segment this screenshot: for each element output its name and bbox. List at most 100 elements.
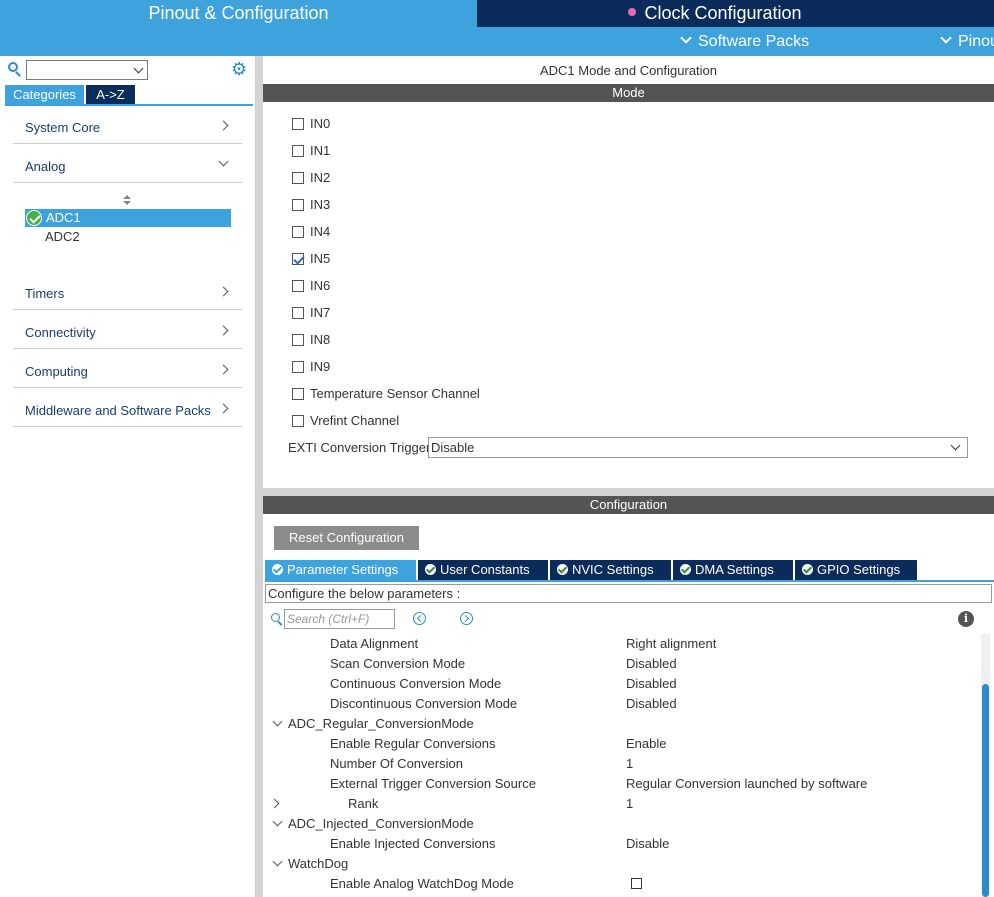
channel-label: IN0 — [310, 116, 331, 131]
category-timers[interactable]: Timers — [13, 272, 242, 310]
param-row[interactable]: Continuous Conversion Mode Disabled — [263, 674, 983, 694]
param-value[interactable]: Disabled — [626, 656, 677, 671]
panel-splitter[interactable] — [256, 56, 263, 897]
channel-checkbox[interactable] — [292, 415, 304, 427]
param-group-row[interactable]: WatchDog — [263, 854, 983, 874]
channel-checkbox[interactable] — [292, 361, 304, 373]
gear-icon[interactable]: ⚙ — [231, 60, 249, 78]
param-value[interactable]: 1 — [626, 756, 633, 771]
tab-dma-settings[interactable]: DMA Settings — [673, 560, 793, 580]
parameter-search-input[interactable]: Search (Ctrl+F) — [284, 609, 395, 629]
category-analog[interactable]: Analog — [13, 145, 242, 183]
channel-label: IN3 — [310, 197, 331, 212]
category-label: Computing — [25, 364, 88, 379]
param-name: Number Of Conversion — [330, 756, 463, 771]
exti-trigger-select[interactable]: Disable — [428, 437, 968, 458]
pinout-menu[interactable]: Pinout — [940, 32, 994, 51]
software-packs-menu[interactable]: Software Packs — [680, 32, 809, 51]
configure-hint: Configure the below parameters : — [265, 584, 992, 603]
configuration-header: Configuration — [263, 496, 994, 514]
category-connectivity[interactable]: Connectivity — [13, 311, 242, 349]
param-name: Enable Injected Conversions — [330, 836, 496, 851]
category-label: System Core — [25, 120, 101, 135]
param-checkbox[interactable] — [631, 878, 642, 889]
category-search: ⚙ — [8, 60, 253, 82]
param-name: Rank — [348, 796, 379, 811]
param-group-row[interactable]: ADC_Injected_ConversionMode — [263, 814, 983, 834]
param-row[interactable]: Number Of Conversion 1 — [263, 754, 983, 774]
param-value[interactable]: Enable — [626, 736, 666, 751]
param-row[interactable]: External Trigger Conversion Source Regula… — [263, 774, 983, 794]
analog-item-adc2[interactable]: ADC2 — [45, 229, 80, 244]
tab-parameter-settings[interactable]: Parameter Settings — [265, 560, 416, 580]
chevron-right-icon — [218, 286, 229, 297]
tab-overflow[interactable] — [953, 0, 994, 27]
channel-checkbox[interactable] — [292, 388, 304, 400]
param-value[interactable]: Disabled — [626, 676, 677, 691]
channel-checkbox[interactable] — [292, 118, 304, 130]
channel-checkbox[interactable] — [292, 334, 304, 346]
channel-checkbox[interactable] — [292, 172, 304, 184]
category-system-core[interactable]: System Core — [13, 106, 242, 144]
param-value[interactable]: Disable — [626, 836, 669, 851]
chevron-down-icon[interactable] — [272, 716, 283, 727]
sort-icon[interactable] — [123, 195, 131, 207]
param-value[interactable]: 1 — [626, 796, 633, 811]
parameter-scrollbar[interactable] — [981, 634, 990, 897]
tab-underline — [265, 580, 994, 582]
exti-trigger-value: Disable — [431, 440, 475, 455]
channel-checkbox[interactable] — [292, 145, 304, 157]
channel-checkbox[interactable] — [292, 307, 304, 319]
category-middleware[interactable]: Middleware and Software Packs — [13, 389, 242, 427]
tab-user-constants[interactable]: User Constants — [418, 560, 548, 580]
search-icon — [8, 62, 21, 77]
reset-configuration-button[interactable]: Reset Configuration — [274, 526, 419, 550]
chevron-down-icon — [940, 32, 952, 44]
channel-checkbox[interactable] — [292, 226, 304, 238]
chevron-right-icon — [218, 325, 229, 336]
param-group-row[interactable]: ADC_Regular_ConversionMode — [263, 714, 983, 734]
channel-label: IN1 — [310, 143, 331, 158]
channel-checkbox[interactable] — [292, 199, 304, 211]
param-name: Enable Regular Conversions — [330, 736, 496, 751]
category-computing[interactable]: Computing — [13, 350, 242, 388]
tab-categories[interactable]: Categories — [5, 85, 84, 104]
info-icon[interactable]: i — [958, 611, 974, 627]
scrollbar-thumb[interactable] — [982, 684, 989, 897]
channel-checkbox[interactable] — [292, 280, 304, 292]
check-circle-icon — [425, 564, 436, 575]
param-row[interactable]: Scan Conversion Mode Disabled — [263, 654, 983, 674]
category-search-combo[interactable] — [26, 60, 148, 80]
check-circle-icon — [26, 210, 42, 226]
tab-label: GPIO Settings — [817, 562, 901, 577]
tab-a-to-z[interactable]: A->Z — [86, 85, 135, 104]
chevron-down-icon[interactable] — [272, 816, 283, 827]
channel-label: IN4 — [310, 224, 331, 239]
param-value[interactable]: Regular Conversion launched by software — [626, 776, 867, 791]
tab-label: DMA Settings — [695, 562, 774, 577]
param-row[interactable]: Rank 1 — [263, 794, 983, 814]
category-label: Analog — [25, 159, 66, 174]
tab-nvic-settings[interactable]: NVIC Settings — [550, 560, 671, 580]
param-row[interactable]: Data Alignment Right alignment — [263, 634, 983, 654]
param-value[interactable]: Right alignment — [626, 636, 716, 651]
modified-dot-icon — [628, 8, 637, 16]
analog-item-adc1[interactable]: ADC1 — [25, 209, 231, 227]
param-row[interactable]: Enable Regular Conversions Enable — [263, 734, 983, 754]
config-tabs: Parameter Settings User Constants NVIC S… — [265, 560, 994, 580]
section-splitter[interactable] — [263, 488, 994, 496]
channel-checkbox[interactable] — [292, 253, 304, 265]
param-row[interactable]: Discontinuous Conversion Mode Disabled — [263, 694, 983, 714]
tab-pinout-configuration[interactable]: Pinout & Configuration — [0, 0, 477, 27]
tab-gpio-settings[interactable]: GPIO Settings — [795, 560, 917, 580]
chevron-down-icon[interactable] — [272, 856, 283, 867]
panel-title: ADC1 Mode and Configuration — [539, 63, 718, 78]
tab-clock-configuration[interactable]: Clock Configuration — [479, 0, 951, 27]
param-value[interactable]: Disabled — [626, 696, 677, 711]
search-prev-icon[interactable] — [413, 612, 426, 625]
chevron-right-icon[interactable] — [269, 798, 280, 809]
param-row[interactable]: Enable Analog WatchDog Mode — [263, 874, 983, 894]
param-row[interactable]: Enable Injected Conversions Disable — [263, 834, 983, 854]
search-next-icon[interactable] — [460, 612, 473, 625]
tab-label: User Constants — [440, 562, 530, 577]
